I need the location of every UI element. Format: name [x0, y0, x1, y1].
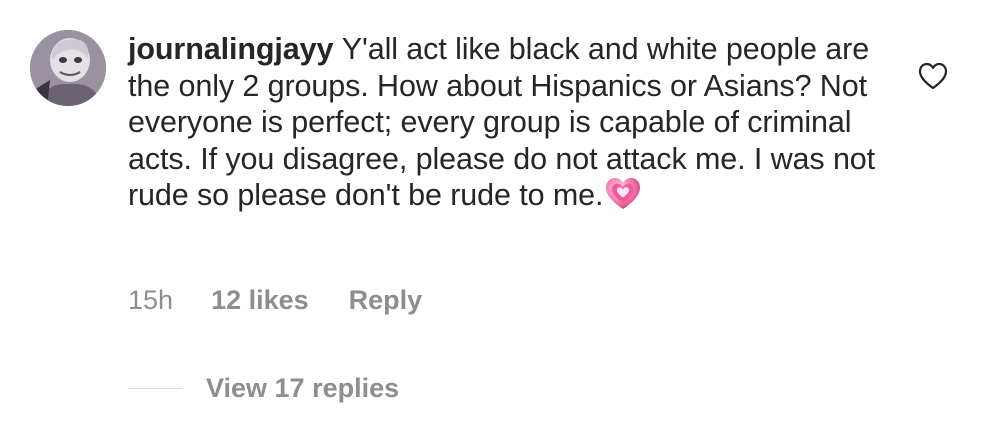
growing-heart-emoji-icon	[605, 177, 641, 211]
comment-timestamp: 15h	[128, 284, 174, 315]
view-replies-link[interactable]: View 17 replies	[206, 373, 399, 404]
comment-meta: 15h 12 likes Reply	[128, 283, 422, 317]
avatar-image	[30, 30, 106, 106]
replies-divider	[128, 387, 182, 389]
comment-username[interactable]: journalingjayy	[128, 32, 342, 66]
like-heart-icon[interactable]	[918, 62, 948, 90]
avatar[interactable]	[30, 30, 106, 106]
reply-button[interactable]: Reply	[349, 285, 423, 316]
comment-likes-count[interactable]: 12 likes	[211, 285, 309, 316]
view-replies[interactable]: View 17 replies	[128, 371, 399, 405]
comment-body: journalingjayy Y'all act like black and w…	[128, 31, 888, 214]
